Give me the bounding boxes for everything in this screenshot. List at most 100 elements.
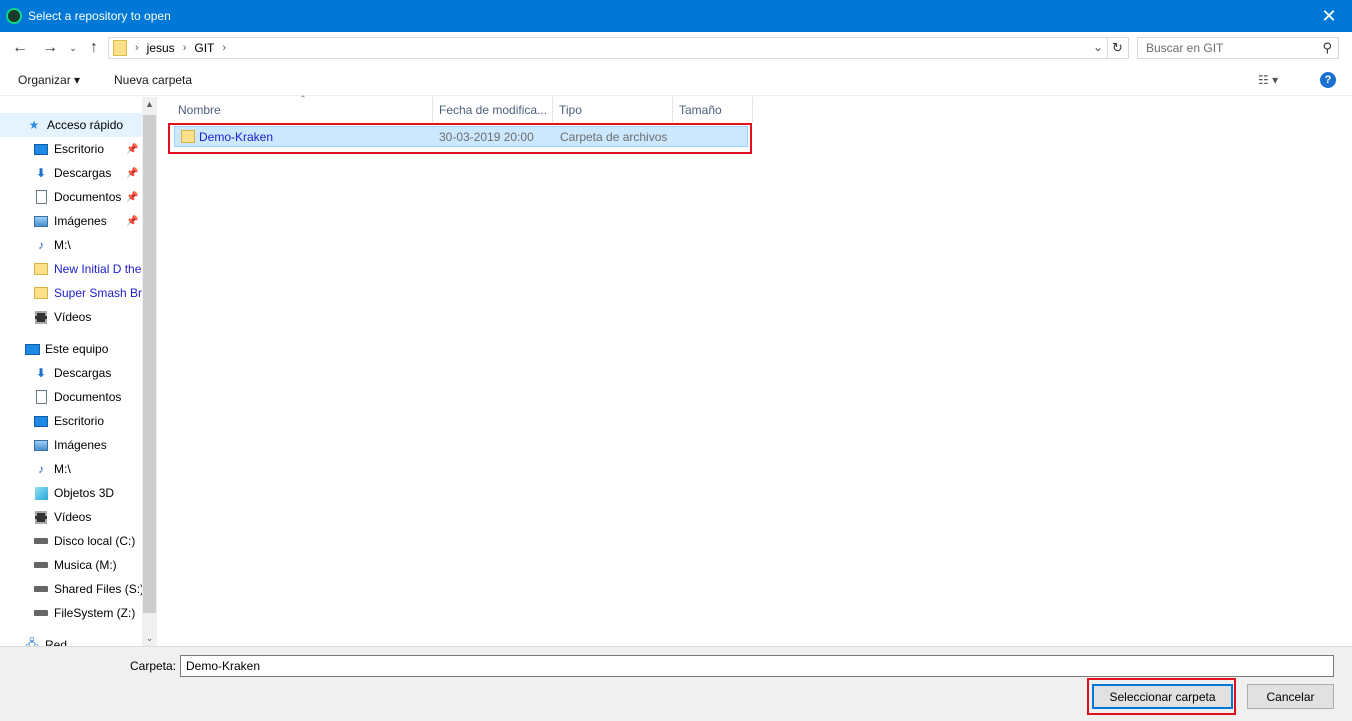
search-placeholder: Buscar en GIT (1146, 41, 1224, 55)
dialog-footer: Carpeta: Seleccionar carpeta Cancelar (0, 646, 1352, 721)
recent-locations-chevron-icon[interactable]: ⌄ (66, 38, 80, 58)
address-row: ← → ⌄ ↑ › jesus › GIT › ⌄ ↻ Buscar en GI… (0, 32, 1352, 64)
window-title: Select a repository to open (28, 9, 171, 23)
sidebar-item-pc-escritorio[interactable]: Escritorio (0, 409, 142, 433)
column-header-type[interactable]: Tipo (553, 97, 673, 122)
pin-icon[interactable]: 📌 (126, 192, 138, 203)
chevron-right-icon[interactable]: › (135, 42, 139, 54)
sidebar-item-label: Este equipo (45, 342, 109, 356)
sidebar-item-imagenes[interactable]: Imágenes 📌 (0, 209, 142, 233)
cancel-label: Cancelar (1266, 689, 1315, 704)
sidebar-item-pc-imagenes[interactable]: Imágenes (0, 433, 142, 457)
sidebar-item-drive-c[interactable]: Disco local (C:) (0, 529, 142, 553)
new-folder-button[interactable]: Nueva carpeta (114, 73, 192, 87)
sidebar-item-label: Vídeos (54, 510, 92, 524)
sidebar-item-label: Documentos (54, 190, 122, 204)
sidebar-item-pc-m-drive[interactable]: ♪ M:\ (0, 457, 142, 481)
column-header-label: Tamaño (679, 102, 722, 117)
sidebar-item-label: Musica (M:) (54, 558, 117, 572)
search-input[interactable]: Buscar en GIT ⚲ (1137, 37, 1339, 59)
sidebar-item-label: Imágenes (54, 214, 107, 228)
sidebar-item-label: M:\ (54, 238, 71, 252)
sidebar-item-this-pc[interactable]: Este equipo (0, 337, 142, 361)
pin-icon[interactable]: 📌 (126, 168, 138, 179)
sidebar-item-label: New Initial D the (54, 262, 142, 276)
navigation-pane: ★ Acceso rápido Escritorio 📌 ⬇ Descargas… (0, 97, 157, 646)
sidebar-item-3d-objects[interactable]: Objetos 3D (0, 481, 142, 505)
music-icon: ♪ (38, 238, 44, 252)
column-header-size[interactable]: Tamaño (673, 97, 753, 122)
sidebar-item-label: Red (45, 638, 68, 646)
sidebar-item-label: Escritorio (54, 414, 105, 428)
scroll-down-icon[interactable]: ⌄ (142, 633, 157, 644)
column-header-date[interactable]: Fecha de modifica... (433, 97, 553, 122)
sidebar-item-pc-videos[interactable]: Vídeos (0, 505, 142, 529)
help-icon[interactable]: ? (1320, 72, 1336, 88)
video-icon (35, 310, 47, 324)
sidebar-item-drive-s[interactable]: Shared Files (S:) (0, 577, 142, 601)
up-arrow-icon[interactable]: ↑ (84, 38, 104, 58)
close-icon[interactable]: ✕ (1306, 0, 1352, 32)
sidebar-item-documentos[interactable]: Documentos 📌 (0, 185, 142, 209)
sidebar-item-label: Objetos 3D (54, 486, 115, 500)
sidebar-item-label: Vídeos (54, 310, 92, 324)
chevron-down-icon[interactable]: ⌄ (1093, 40, 1103, 54)
chevron-right-icon[interactable]: › (183, 42, 187, 54)
search-icon: ⚲ (1322, 40, 1332, 55)
sidebar-item-pc-documentos[interactable]: Documentos (0, 385, 142, 409)
star-icon: ★ (28, 118, 40, 132)
sidebar-item-network[interactable]: 🖧 Red (0, 633, 142, 647)
drive-icon (34, 538, 48, 544)
address-bar[interactable]: › jesus › GIT › ⌄ (108, 37, 1108, 59)
sidebar-item-m-drive[interactable]: ♪ M:\ (0, 233, 142, 257)
drive-icon (34, 586, 48, 592)
column-header-label: Fecha de modifica... (439, 102, 548, 117)
breadcrumb-jesus[interactable]: jesus (147, 41, 175, 55)
breadcrumb-git[interactable]: GIT (194, 41, 214, 55)
folder-icon (113, 40, 127, 56)
folder-input[interactable] (180, 655, 1334, 677)
pin-icon[interactable]: 📌 (126, 216, 138, 227)
scroll-up-icon[interactable]: ▲ (142, 99, 157, 109)
chevron-right-icon[interactable]: › (222, 42, 226, 54)
sidebar-item-escritorio[interactable]: Escritorio 📌 (0, 137, 142, 161)
scrollbar-thumb[interactable] (143, 115, 156, 613)
folder-icon (34, 287, 48, 299)
sidebar-item-drive-m[interactable]: Musica (M:) (0, 553, 142, 577)
column-header-label: Nombre (178, 102, 221, 117)
forward-arrow-icon[interactable]: → (40, 38, 60, 58)
sidebar-item-label: Super Smash Bro (54, 286, 142, 300)
folder-icon (34, 263, 48, 275)
pin-icon[interactable]: 📌 (126, 144, 138, 155)
sidebar-item-label: Descargas (54, 366, 112, 380)
sidebar-item-initial-d[interactable]: New Initial D the (0, 257, 142, 281)
sidebar-item-super-smash[interactable]: Super Smash Bro (0, 281, 142, 305)
sidebar-item-label: M:\ (54, 462, 71, 476)
download-icon: ⬇ (35, 166, 47, 180)
music-icon: ♪ (38, 462, 44, 476)
sidebar-item-descargas[interactable]: ⬇ Descargas 📌 (0, 161, 142, 185)
refresh-icon[interactable]: ↻ (1107, 37, 1129, 59)
view-options-icon[interactable]: ☷ ▾ (1258, 73, 1278, 87)
sidebar-item-videos[interactable]: Vídeos (0, 305, 142, 329)
pictures-icon (34, 215, 48, 227)
file-list: ⌃ Nombre Fecha de modifica... Tipo Tamañ… (158, 94, 1352, 646)
sidebar-item-quick-access[interactable]: ★ Acceso rápido (0, 113, 142, 137)
sidebar-item-drive-z[interactable]: FileSystem (Z:) (0, 601, 142, 625)
column-header-name[interactable]: Nombre (172, 97, 433, 122)
network-icon: 🖧 (25, 636, 39, 647)
pictures-icon (34, 439, 48, 451)
back-arrow-icon[interactable]: ← (10, 38, 30, 58)
organize-button[interactable]: Organizar ▾ (18, 73, 80, 87)
cancel-button[interactable]: Cancelar (1247, 684, 1334, 709)
folder-label: Carpeta: (130, 659, 177, 673)
sidebar-scrollbar[interactable]: ▲ ⌄ (142, 97, 157, 646)
sidebar-item-label: Acceso rápido (47, 118, 124, 132)
computer-icon (24, 343, 40, 355)
sidebar-item-label: Escritorio (54, 142, 105, 156)
document-icon (35, 190, 47, 204)
desktop-icon (34, 415, 48, 427)
sidebar-item-pc-descargas[interactable]: ⬇ Descargas (0, 361, 142, 385)
download-icon: ⬇ (35, 366, 47, 380)
gitkraken-app-icon (6, 8, 22, 24)
